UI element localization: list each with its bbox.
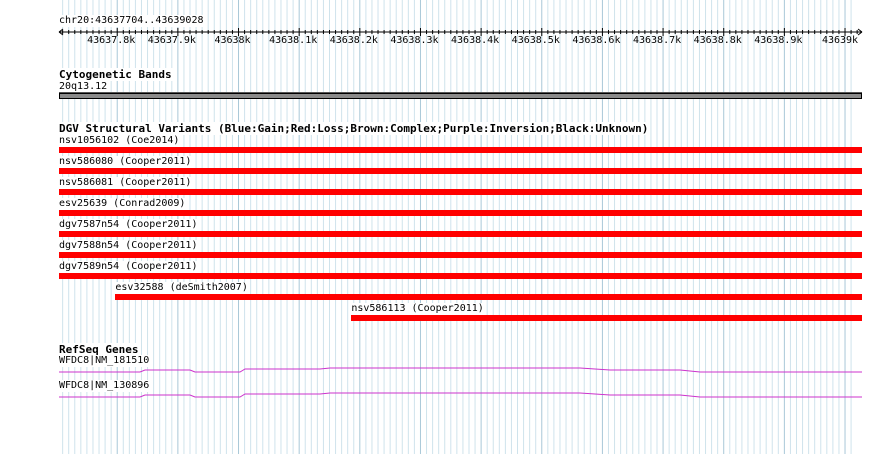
dgv-loss-bar[interactable] [59, 189, 862, 195]
dgv-loss-bar[interactable] [59, 168, 862, 174]
ruler-tick-label: 43638.9k [754, 35, 803, 46]
ruler-tick-label: 43638.6k [572, 35, 621, 46]
dgv-feature-label: dgv7587n54 (Cooper2011) [59, 219, 200, 231]
gene-model [59, 392, 862, 398]
dgv-feature-label: nsv586081 (Cooper2011) [59, 177, 194, 189]
ruler-tick-label: 43638.5k [511, 35, 560, 46]
ruler-tick-label: 43637.8k [87, 35, 136, 46]
genome-browser: chr20:43637704..43639028 43637.8k 43637.9… [0, 0, 890, 454]
dgv-loss-bar[interactable] [59, 273, 862, 279]
refseq-gene-models[interactable] [0, 360, 890, 420]
dgv-loss-bar[interactable] [59, 147, 862, 153]
dgv-feature-label: esv25639 (Conrad2009) [59, 198, 188, 210]
dgv-loss-bar[interactable] [59, 210, 862, 216]
dgv-feature-label: nsv586080 (Cooper2011) [59, 156, 194, 168]
ruler-tick-label: 43638.1k [269, 35, 318, 46]
dgv-loss-bar[interactable] [351, 315, 862, 321]
gene-model [59, 367, 862, 373]
dgv-loss-bar[interactable] [59, 231, 862, 237]
cytoband-track-title: Cytogenetic Bands [59, 68, 174, 81]
ruler-tick-label: 43638.4k [451, 35, 500, 46]
dgv-feature-label: esv32588 (deSmith2007) [115, 282, 250, 294]
dgv-loss-bar[interactable] [115, 294, 862, 300]
ruler-tick-label: 43639k [821, 35, 859, 46]
dgv-loss-bar[interactable] [59, 252, 862, 258]
dgv-feature-label: nsv1056102 (Coe2014) [59, 135, 182, 147]
cytoband-band[interactable] [59, 93, 862, 99]
dgv-track-title: DGV Structural Variants (Blue:Gain;Red:L… [59, 122, 651, 135]
ruler-tick-label: 43638.3k [390, 35, 439, 46]
position-ruler[interactable] [0, 24, 890, 74]
ruler-tick-label: 43638.2k [329, 35, 378, 46]
ruler-tick-label: 43637.9k [147, 35, 196, 46]
dgv-feature-label: dgv7589n54 (Cooper2011) [59, 261, 200, 273]
ruler-tick-label: 43638k [214, 35, 251, 46]
ruler-tick-label: 43638.7k [632, 35, 682, 46]
ruler-tick-label: 43638.8k [693, 35, 742, 46]
dgv-feature-label: nsv586113 (Cooper2011) [351, 303, 486, 315]
dgv-feature-label: dgv7588n54 (Cooper2011) [59, 240, 200, 252]
